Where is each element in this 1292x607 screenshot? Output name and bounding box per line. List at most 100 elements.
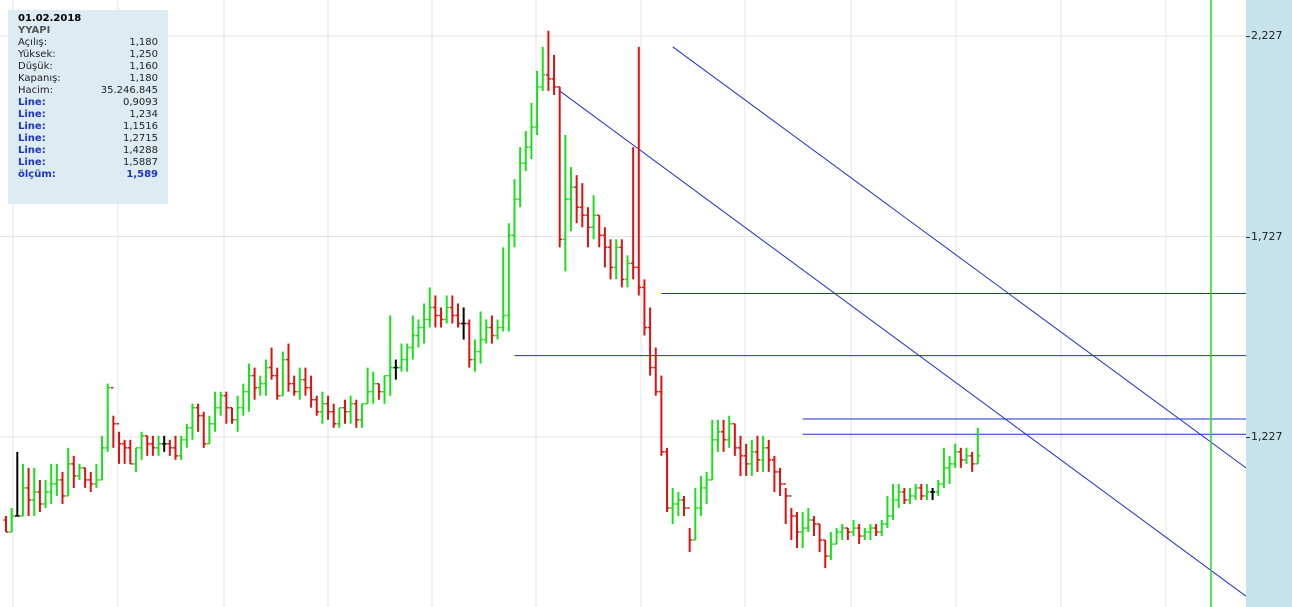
ohlc-bar[interactable] bbox=[952, 443, 958, 468]
ohlc-bar[interactable] bbox=[48, 463, 54, 504]
ohlc-bar[interactable] bbox=[444, 295, 450, 324]
ohlc-bar[interactable] bbox=[65, 447, 71, 497]
ohlc-bar[interactable] bbox=[20, 463, 26, 517]
ohlc-bar[interactable] bbox=[788, 495, 794, 541]
ohlc-bar[interactable] bbox=[105, 383, 111, 452]
ohlc-bar[interactable] bbox=[376, 382, 382, 400]
ohlc-bar[interactable] bbox=[110, 386, 116, 448]
ohlc-bar[interactable] bbox=[342, 399, 348, 424]
ohlc-bar[interactable] bbox=[771, 455, 777, 492]
ohlc-bar[interactable] bbox=[907, 487, 913, 504]
ohlc-bar[interactable] bbox=[37, 479, 43, 512]
ohlc-bar[interactable] bbox=[608, 239, 614, 280]
ohlc-bar[interactable] bbox=[500, 247, 506, 332]
ohlc-bar[interactable] bbox=[438, 307, 444, 328]
ohlc-bar[interactable] bbox=[760, 435, 766, 472]
ohlc-bar[interactable] bbox=[353, 399, 359, 428]
ohlc-bar[interactable] bbox=[370, 371, 376, 404]
ohlc-bar[interactable] bbox=[167, 439, 173, 456]
ohlc-bar[interactable] bbox=[625, 255, 630, 288]
ohlc-bar[interactable] bbox=[365, 367, 371, 405]
ohlc-bar[interactable] bbox=[336, 406, 342, 428]
ohlc-bar[interactable] bbox=[901, 487, 907, 504]
ohlc-bar[interactable] bbox=[822, 539, 828, 569]
ohlc-bar[interactable] bbox=[133, 447, 139, 472]
ohlc-bar[interactable] bbox=[483, 319, 489, 344]
ohlc-bar[interactable] bbox=[681, 495, 687, 516]
ohlc-bar[interactable] bbox=[930, 487, 936, 500]
ohlc-bar[interactable] bbox=[184, 423, 190, 448]
ohlc-bar[interactable] bbox=[506, 223, 512, 332]
ohlc-bar[interactable] bbox=[732, 423, 738, 456]
ohlc-bar[interactable] bbox=[455, 303, 461, 328]
ohlc-bar[interactable] bbox=[890, 483, 896, 521]
ohlc-bar[interactable] bbox=[647, 307, 653, 376]
ohlc-bar[interactable] bbox=[116, 423, 122, 464]
ohlc-bar[interactable] bbox=[212, 391, 218, 432]
ohlc-bar[interactable] bbox=[472, 339, 478, 372]
ohlc-bar[interactable] bbox=[964, 447, 969, 464]
ohlc-bar[interactable] bbox=[551, 54, 557, 95]
ohlc-bar[interactable] bbox=[664, 447, 670, 512]
ohlc-bar[interactable] bbox=[359, 402, 365, 428]
ohlc-bar[interactable] bbox=[263, 359, 269, 396]
ohlc-bar[interactable] bbox=[206, 415, 212, 445]
ohlc-bar[interactable] bbox=[348, 395, 354, 424]
ohlc-bar[interactable] bbox=[274, 367, 280, 400]
ohlc-bar[interactable] bbox=[969, 451, 975, 472]
ohlc-bar[interactable] bbox=[495, 319, 501, 340]
price-chart[interactable] bbox=[0, 0, 1292, 607]
ohlc-bar[interactable] bbox=[399, 343, 404, 372]
ohlc-bar[interactable] bbox=[246, 363, 252, 412]
ohlc-bar[interactable] bbox=[811, 515, 817, 537]
ohlc-bar[interactable] bbox=[658, 375, 664, 456]
ohlc-bar[interactable] bbox=[935, 479, 941, 496]
ohlc-bar[interactable] bbox=[602, 227, 608, 268]
ohlc-bar[interactable] bbox=[302, 367, 308, 396]
ohlc-bar[interactable] bbox=[60, 471, 65, 504]
ohlc-bar[interactable] bbox=[421, 303, 427, 344]
ohlc-bar[interactable] bbox=[404, 343, 410, 372]
ohlc-bar[interactable] bbox=[879, 520, 885, 537]
ohlc-bar[interactable] bbox=[687, 507, 693, 553]
ohlc-bar[interactable] bbox=[947, 455, 953, 484]
ohlc-bar[interactable] bbox=[709, 419, 715, 481]
ohlc-bar[interactable] bbox=[195, 403, 201, 432]
ohlc-bar[interactable] bbox=[670, 487, 676, 525]
ohlc-bar[interactable] bbox=[715, 419, 721, 452]
ohlc-bar[interactable] bbox=[528, 102, 534, 160]
ohlc-bar[interactable] bbox=[867, 524, 873, 541]
ohlc-bar[interactable] bbox=[545, 30, 551, 91]
ohlc-bar[interactable] bbox=[591, 195, 597, 240]
ohlc-bar[interactable] bbox=[834, 528, 840, 545]
ohlc-bar[interactable] bbox=[839, 524, 845, 541]
trend-line[interactable] bbox=[559, 90, 1247, 597]
ohlc-bar[interactable] bbox=[280, 351, 286, 397]
trend-line[interactable] bbox=[672, 46, 1247, 469]
ohlc-bar[interactable] bbox=[512, 179, 517, 248]
ohlc-bar[interactable] bbox=[415, 319, 421, 348]
ohlc-bar[interactable] bbox=[800, 511, 806, 549]
ohlc-bar[interactable] bbox=[777, 467, 783, 496]
ohlc-bar[interactable] bbox=[82, 467, 88, 488]
ohlc-bar[interactable] bbox=[269, 347, 275, 380]
ohlc-bar[interactable] bbox=[139, 431, 145, 460]
ohlc-bar[interactable] bbox=[291, 375, 297, 396]
ohlc-bar[interactable] bbox=[189, 403, 195, 440]
ohlc-bar[interactable] bbox=[692, 487, 698, 541]
ohlc-bar[interactable] bbox=[144, 435, 150, 456]
ohlc-bar[interactable] bbox=[240, 383, 246, 416]
ohlc-bar[interactable] bbox=[235, 395, 241, 432]
ohlc-bar[interactable] bbox=[585, 207, 591, 248]
ohlc-bar[interactable] bbox=[958, 447, 964, 468]
ohlc-bar[interactable] bbox=[127, 439, 133, 465]
ohlc-bar[interactable] bbox=[766, 439, 772, 472]
ohlc-bar[interactable] bbox=[325, 395, 331, 420]
ohlc-bar[interactable] bbox=[794, 511, 800, 549]
ohlc-bar[interactable] bbox=[562, 135, 568, 272]
ohlc-bar[interactable] bbox=[393, 359, 399, 380]
ohlc-bar[interactable] bbox=[557, 86, 563, 248]
ohlc-bar[interactable] bbox=[534, 70, 540, 136]
ohlc-bar[interactable] bbox=[410, 315, 416, 360]
ohlc-bar[interactable] bbox=[913, 483, 919, 500]
